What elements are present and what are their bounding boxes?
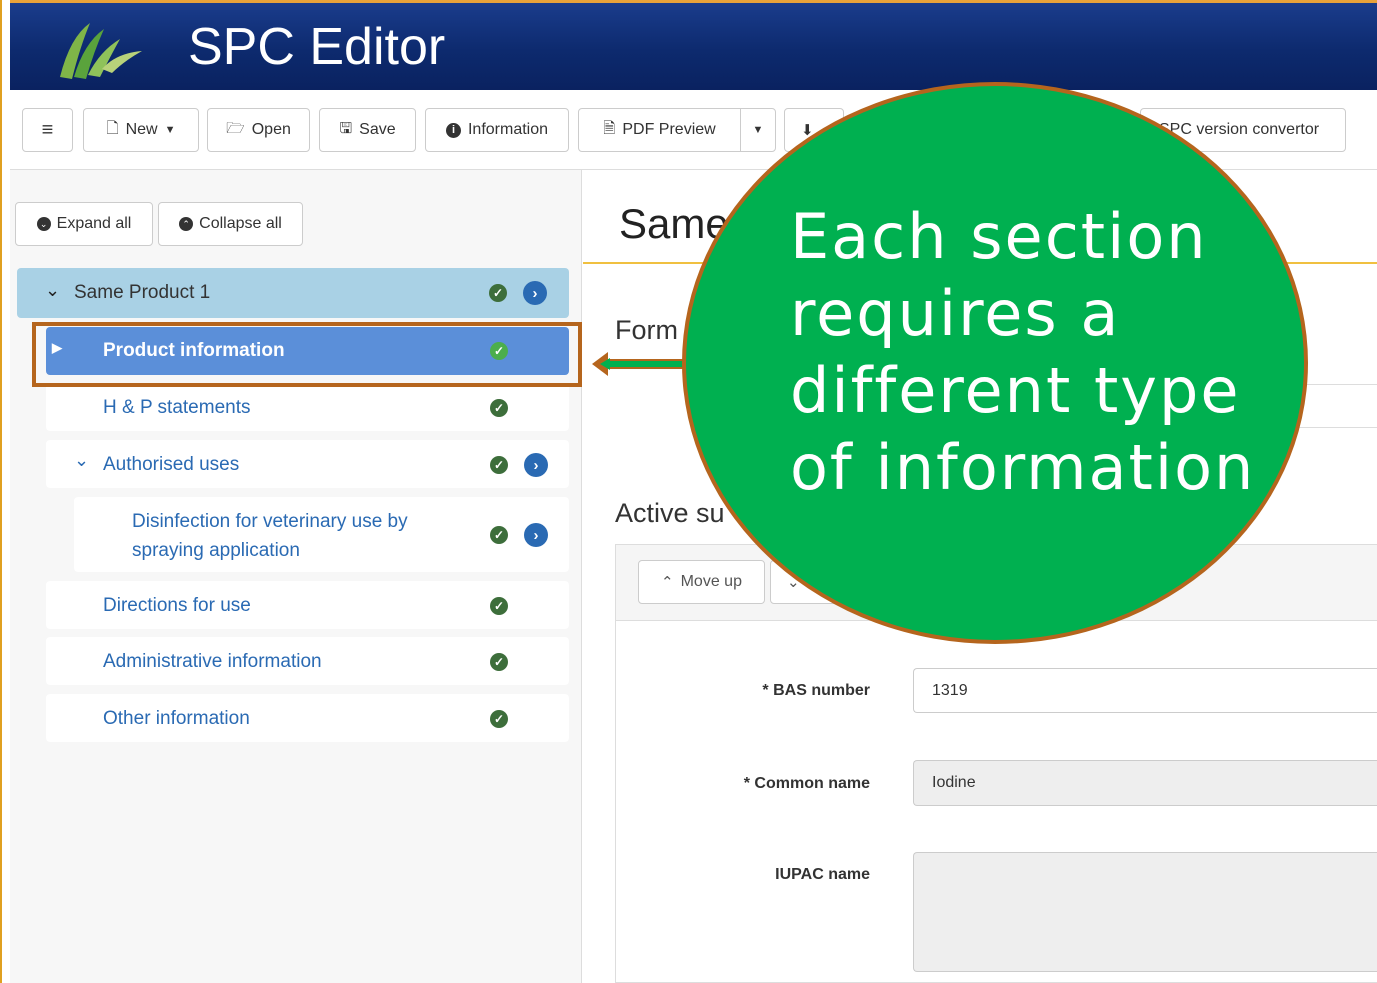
save-icon: 🖫: [339, 119, 353, 137]
menu-button[interactable]: ≡: [22, 108, 73, 152]
caret-down-icon: ▼: [752, 124, 764, 136]
check-circle-icon: ✓: [489, 284, 507, 302]
check-circle-icon: ✓: [490, 399, 508, 417]
annotation-highlight-box: [32, 322, 582, 387]
tree-item-label: Directions for use: [103, 595, 251, 616]
section-active-substance-heading: Active su: [615, 498, 725, 528]
tree-item-label: Disinfection for veterinary use by spray…: [132, 511, 408, 561]
check-circle-icon: ✓: [490, 456, 508, 474]
pdf-preview-button[interactable]: 🗎 PDF Preview: [578, 108, 741, 152]
new-button-label: New: [125, 121, 158, 138]
bas-number-label: * BAS number: [762, 682, 870, 699]
move-up-button[interactable]: ⌃ Move up: [638, 560, 765, 604]
tree-item-h-p-statements[interactable]: H & P statements ✓: [46, 383, 569, 431]
bas-number-input[interactable]: 1319: [913, 668, 1377, 713]
tree-item-label: H & P statements: [103, 397, 251, 418]
common-name-input[interactable]: Iodine: [913, 760, 1377, 806]
expand-all-label: Expand all: [56, 215, 132, 232]
save-button[interactable]: 🖫 Save: [319, 108, 416, 152]
caret-down-icon: ▼: [164, 124, 176, 136]
arrow-left-icon: [592, 352, 686, 376]
check-circle-icon: ✓: [490, 526, 508, 544]
section-formulation-heading: Form: [615, 315, 678, 345]
info-icon: i: [445, 122, 461, 138]
pdf-icon: 🗎: [603, 119, 616, 137]
chevron-down-icon: ⌄: [45, 280, 61, 300]
tree-item-same-product-1[interactable]: ⌄ Same Product 1 ✓ ›: [17, 268, 569, 318]
open-button[interactable]: 🗁 Open: [207, 108, 310, 152]
check-circle-icon: ✓: [490, 653, 508, 671]
file-icon: 🗋: [106, 119, 119, 137]
arrow-circle-right-icon[interactable]: ›: [523, 281, 547, 305]
open-button-label: Open: [251, 121, 291, 138]
iupac-name-label: IUPAC name: [775, 866, 870, 883]
chevron-down-icon: ⌄: [74, 450, 90, 470]
new-button[interactable]: 🗋 New ▼: [83, 108, 199, 152]
move-up-label: Move up: [680, 573, 742, 590]
common-name-label: * Common name: [743, 775, 870, 792]
arrow-circle-right-icon[interactable]: ›: [524, 523, 548, 547]
expand-all-button[interactable]: ⌄ Expand all: [15, 202, 153, 246]
save-button-label: Save: [359, 121, 396, 138]
chevron-circle-down-icon: ⌄: [36, 217, 51, 231]
iupac-name-input[interactable]: [913, 852, 1377, 972]
tree-item-authorised-uses[interactable]: ⌄ Authorised uses ✓ ›: [46, 440, 569, 488]
annotation-callout-text: Each section requires a different type o…: [790, 200, 1256, 504]
arrow-circle-right-icon[interactable]: ›: [524, 453, 548, 477]
tree-item-label: Other information: [103, 708, 250, 729]
pdf-preview-dropdown[interactable]: ▼: [740, 108, 776, 152]
check-circle-icon: ✓: [490, 710, 508, 728]
tree-item-label: Administrative information: [103, 651, 322, 672]
tree-item-label: Same Product 1: [74, 282, 211, 303]
collapse-all-label: Collapse all: [199, 215, 282, 232]
app-title: SPC Editor: [188, 18, 446, 76]
information-button-label: Information: [467, 121, 549, 138]
tree-item-administrative-information[interactable]: Administrative information ✓: [46, 637, 569, 685]
logo-icon: [60, 23, 142, 79]
tree-item-other-information[interactable]: Other information ✓: [46, 694, 569, 742]
collapse-all-button[interactable]: ⌃ Collapse all: [158, 202, 303, 246]
tree-item-disinfection[interactable]: Disinfection for veterinary use by spray…: [74, 497, 569, 572]
check-circle-icon: ✓: [490, 597, 508, 615]
tree-item-directions-for-use[interactable]: Directions for use ✓: [46, 581, 569, 629]
pdf-preview-button-label: PDF Preview: [622, 121, 716, 138]
chevron-up-icon: ⌃: [661, 574, 674, 591]
chevron-circle-up-icon: ⌃: [179, 217, 194, 231]
menu-icon: ≡: [41, 118, 54, 141]
information-button[interactable]: i Information: [425, 108, 569, 152]
sidebar: ⌄ Expand all ⌃ Collapse all ⌄ Same Produ…: [10, 170, 582, 983]
folder-open-icon: 🗁: [226, 119, 245, 137]
app-frame: SPC Editor ≡ 🗋 New ▼ 🗁 Open 🖫 Save i Inf…: [0, 0, 1377, 983]
app-header: SPC Editor: [10, 0, 1377, 90]
tree-item-label: Authorised uses: [103, 454, 240, 475]
converter-button-label: SPC version convertor: [1159, 121, 1320, 138]
